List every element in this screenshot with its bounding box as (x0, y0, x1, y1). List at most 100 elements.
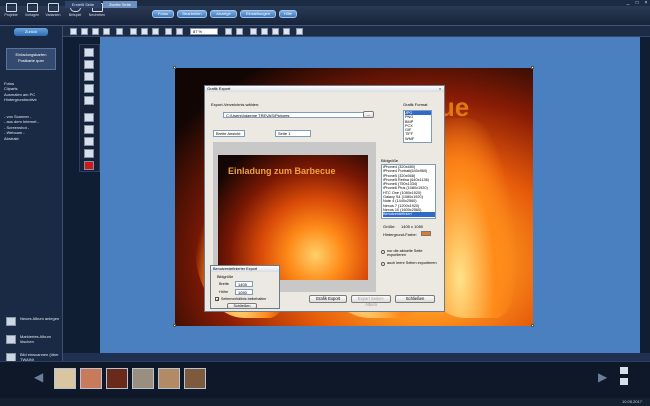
undo-icon[interactable] (165, 28, 172, 35)
variants-button[interactable]: Varianten (44, 3, 62, 19)
zoom-in-icon[interactable] (225, 28, 232, 35)
image-tool-icon[interactable] (84, 72, 94, 81)
cut-icon[interactable] (130, 28, 137, 35)
category-list: Fotos Cliparts Ausmalen am PC Hintergrun… (4, 81, 59, 103)
export-path-field[interactable]: C:\Users\hdaeme TREVAS\Pictures (223, 112, 373, 118)
size-list[interactable]: iPhone4 (320x480) iPhone4 Portrait(640x9… (381, 164, 436, 219)
bg-color-label: Hintergrund-Farbe: (383, 232, 417, 237)
folder-icon (5, 3, 17, 12)
list-item[interactable]: Hintergrundmotive (4, 97, 59, 102)
thumbnail[interactable] (106, 368, 128, 389)
width-field[interactable]: 1405 (235, 281, 253, 287)
format-list[interactable]: JPG PNG BMP PCX GIF TIFF WMF (403, 110, 432, 143)
custom-close-button[interactable]: Schließen (227, 303, 257, 309)
taskbar-date: 10.05.2017 (622, 399, 643, 404)
select-tool-icon[interactable] (84, 48, 94, 57)
size-readout: 1405 x 1050 (401, 224, 424, 229)
align-icon[interactable] (272, 28, 279, 35)
tab-second-page[interactable]: Zweite Seite (103, 1, 137, 8)
resize-handle[interactable] (531, 324, 534, 327)
list-item[interactable]: Benutzerdefiniert (383, 212, 435, 217)
tab-first-page[interactable]: Erstellt Seite (65, 1, 101, 8)
dialog-close-icon[interactable]: × (437, 86, 443, 91)
page-select[interactable]: Seite 1 (275, 130, 311, 137)
resize-handle[interactable] (173, 66, 176, 69)
resize-handle[interactable] (531, 66, 534, 69)
page-tab-bar (63, 353, 650, 361)
line-tool-icon[interactable] (84, 96, 94, 105)
zoom-out-icon[interactable] (236, 28, 243, 35)
zoom-select[interactable]: 87 % (190, 28, 218, 35)
height-label: Höhe (219, 290, 229, 294)
thumbnail[interactable] (184, 368, 206, 389)
radio-empty-pages-label: auch leere Seiten exportieren (387, 261, 437, 265)
export-button[interactable]: Grafik Export (309, 295, 347, 303)
album-icon (6, 317, 16, 326)
browse-button[interactable]: ... (363, 111, 374, 118)
rectangle-tool-icon[interactable] (84, 60, 94, 69)
variants-icon (47, 3, 59, 12)
target-label: Export-Verzeichnis wählen: (211, 102, 260, 107)
print-icon[interactable] (103, 28, 110, 35)
preview-title: Einladung zum Barbecue (228, 166, 336, 176)
new-page-icon[interactable] (70, 28, 77, 35)
custom-size-label: Bildgröße (217, 275, 234, 279)
settings-pill[interactable]: Einstellungen (240, 10, 276, 18)
thumbnail[interactable] (158, 368, 180, 389)
size-readout-label: Größe: (383, 224, 396, 229)
filmstrip-next-icon[interactable]: ▶ (598, 370, 607, 384)
height-field[interactable]: 1050 (235, 289, 253, 295)
help-pill[interactable]: Hilfe (279, 10, 297, 18)
left-panel: Zurück Einladungskarten Postkarte quer F… (0, 26, 63, 372)
save-icon[interactable] (92, 28, 99, 35)
edit-pill[interactable]: Bearbeiten (177, 10, 207, 18)
filmstrip-prev-icon[interactable]: ◀ (34, 370, 43, 384)
brush-tool-icon[interactable] (84, 137, 94, 146)
new-album-button[interactable]: Neues Album anlegen (6, 316, 59, 331)
list-item[interactable]: iPhone4 Portrait(640x960) (383, 169, 435, 173)
width-label: Breite (219, 282, 229, 286)
redo-icon[interactable] (176, 28, 183, 35)
custom-export-dialog: Benutzerdefinierter Export Bildgröße Bre… (210, 265, 280, 309)
keep-ratio-checkbox[interactable]: ✓ (215, 297, 219, 302)
fill-tool-icon[interactable] (84, 149, 94, 158)
paste-icon[interactable] (152, 28, 159, 35)
list-item[interactable]: Abstrakt (4, 136, 59, 141)
frame-tool-icon[interactable] (84, 113, 94, 122)
export-album-button[interactable]: Export Seiten-Album (351, 295, 391, 307)
view-pill[interactable]: Anzeige (210, 10, 237, 18)
help-question-icon[interactable] (296, 28, 303, 35)
radio-empty-pages[interactable] (381, 262, 385, 266)
radio-current-page-label: nur die aktuelle Seite exportieren (387, 249, 423, 258)
project-type-box: Einladungskarten Postkarte quer (6, 48, 56, 70)
color-swatch-icon[interactable] (84, 161, 94, 170)
back-button[interactable]: Zurück (14, 28, 48, 36)
thumbnail[interactable] (80, 368, 102, 389)
keep-ratio-label: Seitenverhältnis beibehalten (221, 297, 267, 301)
grid-icon[interactable] (250, 28, 257, 35)
radio-current-page[interactable] (381, 250, 385, 254)
photos-pill[interactable]: Fotos (152, 10, 174, 18)
resize-handle[interactable] (173, 324, 176, 327)
delete-photo-icon[interactable] (620, 378, 628, 385)
mail-icon[interactable] (116, 28, 123, 35)
thumbnail[interactable] (132, 368, 154, 389)
view-select[interactable]: Breite Ansicht (213, 130, 245, 137)
text-tool-icon[interactable] (84, 84, 94, 93)
export-icon[interactable] (283, 28, 290, 35)
dialog-close-button[interactable]: Schließen (395, 295, 435, 303)
album-view-icon[interactable] (620, 367, 628, 374)
project-type-line: Postkarte quer (17, 58, 44, 63)
projects-button[interactable]: Projekte (2, 3, 20, 19)
layout-icon[interactable] (261, 28, 268, 35)
bg-color-swatch[interactable] (421, 231, 431, 236)
delete-album-button[interactable]: Markiertes Album löschen (6, 334, 58, 349)
format-label: Grafik Format (403, 102, 428, 107)
thumbnail[interactable] (54, 368, 76, 389)
list-item[interactable]: WMF (405, 137, 431, 141)
templates-button[interactable]: Vorlagen (23, 3, 41, 19)
layer-tool-icon[interactable] (84, 125, 94, 134)
open-icon[interactable] (81, 28, 88, 35)
delete-album-icon (6, 335, 16, 344)
copy-icon[interactable] (141, 28, 148, 35)
